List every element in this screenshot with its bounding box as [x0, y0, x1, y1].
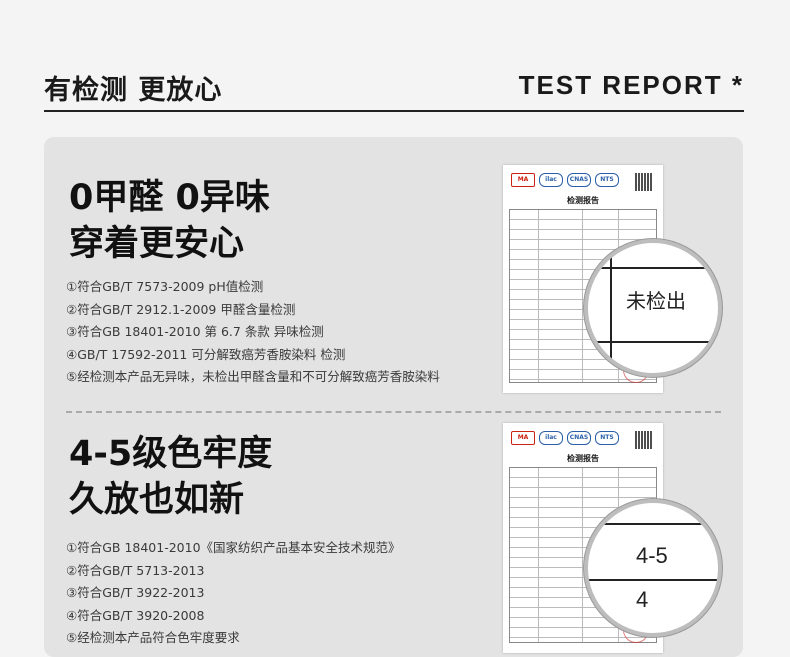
- list-item: ③符合GB/T 3922-2013: [66, 585, 205, 600]
- magnified-table-line: [588, 579, 718, 581]
- headline-line-2: 久放也如新: [69, 480, 245, 520]
- certification-logos: MA ilac CNAS NTS: [511, 431, 619, 445]
- list-item: ②符合GB/T 2912.1-2009 甲醛含量检测: [66, 301, 296, 317]
- header-title-en: TEST REPORT *: [518, 70, 744, 100]
- report-title: 检测报告: [567, 196, 599, 205]
- qr-code: [635, 173, 653, 191]
- headline-line-1: 4-5级色牢度: [69, 434, 273, 474]
- report-title: 检测报告: [567, 454, 599, 463]
- headline-line-1: 0甲醛 0异味: [69, 178, 270, 218]
- header-rule: [44, 110, 744, 112]
- qr-code: [635, 431, 653, 449]
- list-item: ③符合GB 18401-2010 第 6.7 条款 异味检测: [66, 324, 324, 339]
- magnified-result: 未检出: [626, 289, 686, 313]
- ma-logo: MA: [511, 431, 535, 445]
- magnified-table-line: [588, 341, 718, 343]
- magnified-table-line: [588, 267, 718, 269]
- ilac-logo: ilac: [539, 173, 563, 187]
- cnas-logo: CNAS: [567, 431, 591, 445]
- magnified-result: 4-5: [636, 543, 668, 568]
- list-item: ④符合GB/T 3920-2008: [66, 607, 205, 623]
- cnas-logo: CNAS: [567, 173, 591, 187]
- ilac-logo: ilac: [539, 431, 563, 445]
- list-item: ⑤经检测本产品无异味，未检出甲醛含量和不可分解致癌芳香胺染料: [66, 369, 440, 384]
- list-item: ⑤经检测本产品符合色牢度要求: [66, 630, 240, 645]
- headline-line-2: 穿着更安心: [69, 224, 245, 264]
- certification-logos: MA ilac CNAS NTS: [511, 173, 619, 187]
- magnified-table-line: [610, 243, 612, 373]
- magnifier: 未检出: [584, 239, 722, 377]
- section-divider: [66, 411, 721, 413]
- list-item: ①符合GB 18401-2010《国家纺织产品基本安全技术规范》: [66, 540, 401, 555]
- nts-logo: NTS: [595, 173, 619, 187]
- list-item: ①符合GB/T 7573-2009 pH值检测: [66, 279, 264, 294]
- list-item: ②符合GB/T 5713-2013: [66, 562, 205, 578]
- test-item-list: ①符合GB 18401-2010《国家纺织产品基本安全技术规范》 ②符合GB/T…: [66, 537, 401, 650]
- list-item: ④GB/T 17592-2011 可分解致癌芳香胺染料 检测: [66, 346, 346, 362]
- magnified-table-line: [588, 523, 718, 525]
- test-item-list: ①符合GB/T 7573-2009 pH值检测 ②符合GB/T 2912.1-2…: [66, 276, 440, 389]
- header-title-cn: 有检测 更放心: [44, 75, 223, 106]
- nts-logo: NTS: [595, 431, 619, 445]
- ma-logo: MA: [511, 173, 535, 187]
- content-panel: 0甲醛 0异味 穿着更安心 ①符合GB/T 7573-2009 pH值检测 ②符…: [44, 137, 743, 657]
- magnifier: 4-5 4: [584, 499, 722, 637]
- magnified-result: 4: [636, 587, 649, 612]
